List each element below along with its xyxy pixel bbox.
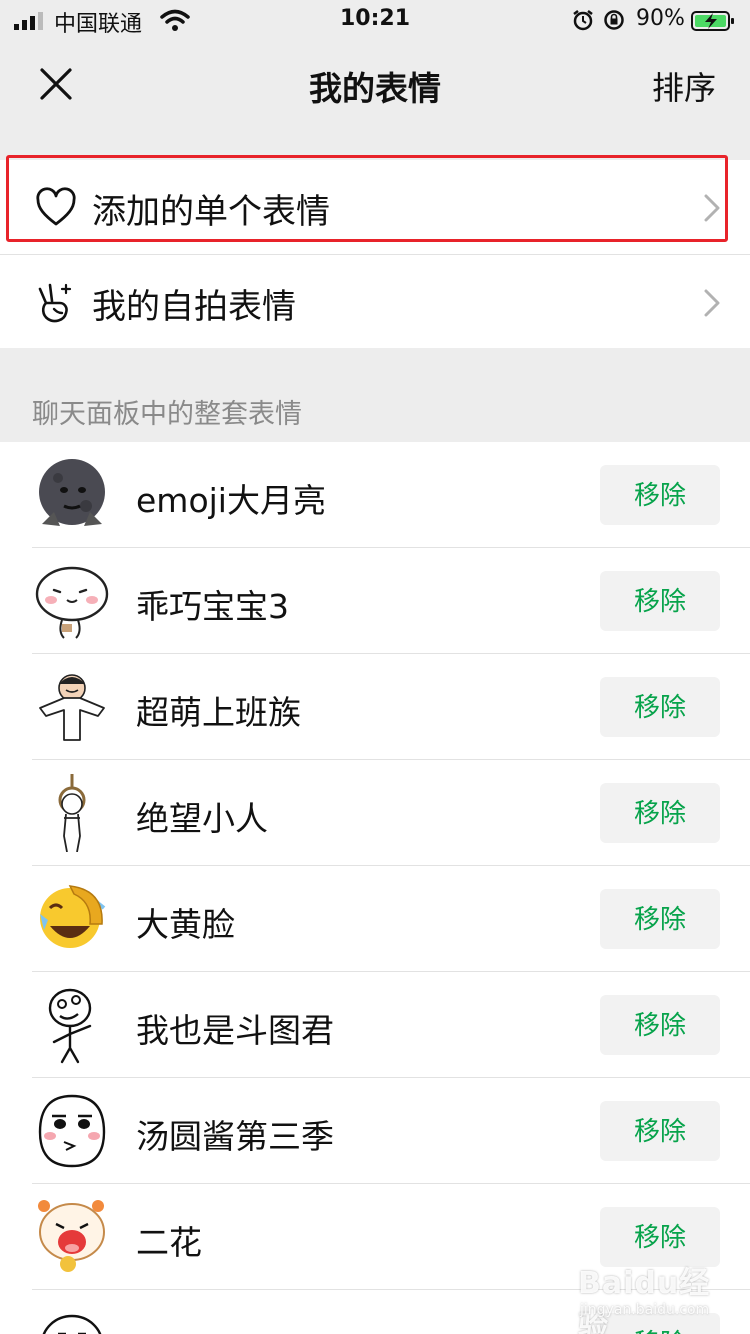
remove-button[interactable]: 移除 xyxy=(600,995,720,1055)
battery-charging-icon xyxy=(691,11,734,31)
chevron-right-icon xyxy=(704,289,720,317)
list-item: 汤圆酱第三季 移除 xyxy=(0,1078,750,1184)
menu-item-selfie-stickers[interactable]: 我的自拍表情 xyxy=(0,254,750,348)
menu-item-label: 添加的单个表情 xyxy=(92,192,330,232)
list-item: 大黄脸 移除 xyxy=(0,866,750,972)
remove-button[interactable]: 移除 xyxy=(600,677,720,737)
list-item: 我也是斗图君 移除 xyxy=(0,972,750,1078)
pack-name: 我也是斗图君 xyxy=(136,1011,334,1050)
page-title: 我的表情 xyxy=(309,69,441,108)
remove-button[interactable]: 移除 xyxy=(600,889,720,949)
menu-item-added-stickers[interactable]: 添加的单个表情 xyxy=(0,160,750,254)
pack-name: 二花 xyxy=(136,1223,202,1262)
baidu-watermark: Baidu经验 jingyan.baidu.com xyxy=(578,1258,728,1334)
list-item: 乖巧宝宝3 移除 xyxy=(0,548,750,654)
menu-item-label: 我的自拍表情 xyxy=(92,287,296,327)
watermark-url: jingyan.baidu.com xyxy=(580,1302,710,1318)
battery-percent: 90% xyxy=(636,6,685,31)
laughing-face-sticker-thumbnail xyxy=(40,885,106,948)
rotation-lock-icon xyxy=(604,10,624,30)
remove-button[interactable]: 移除 xyxy=(600,783,720,843)
section-title: 聊天面板中的整套表情 xyxy=(32,399,302,430)
alarm-icon xyxy=(573,10,593,31)
sticker-menu: 添加的单个表情 我的自拍表情 xyxy=(0,160,750,348)
moon-sticker-thumbnail xyxy=(39,459,105,526)
pack-name: 超萌上班族 xyxy=(136,693,301,732)
victory-hand-icon xyxy=(38,283,72,323)
office-worker-sticker-thumbnail xyxy=(39,674,105,741)
remove-button[interactable]: 移除 xyxy=(600,1101,720,1161)
pack-name: emoji大月亮 xyxy=(136,481,326,520)
sort-button[interactable]: 排序 xyxy=(652,63,716,109)
list-item: emoji大月亮 移除 xyxy=(0,442,750,548)
nav-bar: 我的表情 排序 xyxy=(0,40,750,128)
hanging-person-sticker-thumbnail xyxy=(58,774,86,852)
remove-button[interactable]: 移除 xyxy=(600,571,720,631)
sticker-pack-list: emoji大月亮 移除 乖巧宝宝3 移除 超萌上班族 移除 绝望小人 移除 大黄… xyxy=(0,442,750,1334)
chevron-right-icon xyxy=(704,194,720,222)
pack-name: 绝望小人 xyxy=(136,799,268,838)
list-item: 绝望小人 移除 xyxy=(0,760,750,866)
remove-button[interactable]: 移除 xyxy=(600,465,720,525)
partial-sticker-thumbnail xyxy=(42,1314,102,1334)
heart-icon xyxy=(36,187,76,226)
doodle-man-sticker-thumbnail xyxy=(48,988,92,1064)
pack-name: 大黄脸 xyxy=(136,905,235,944)
list-item: 超萌上班族 移除 xyxy=(0,654,750,760)
pack-name: 乖巧宝宝3 xyxy=(136,587,289,626)
tangyuan-sticker-thumbnail xyxy=(38,1094,106,1168)
status-bar: 中国联通 10:21 90% xyxy=(0,0,750,40)
erhua-sticker-thumbnail xyxy=(38,1200,105,1272)
baby-sticker-thumbnail xyxy=(35,566,109,639)
watermark-brand: Baidu经验 xyxy=(578,1266,711,1334)
pack-name: 汤圆酱第三季 xyxy=(136,1117,334,1156)
